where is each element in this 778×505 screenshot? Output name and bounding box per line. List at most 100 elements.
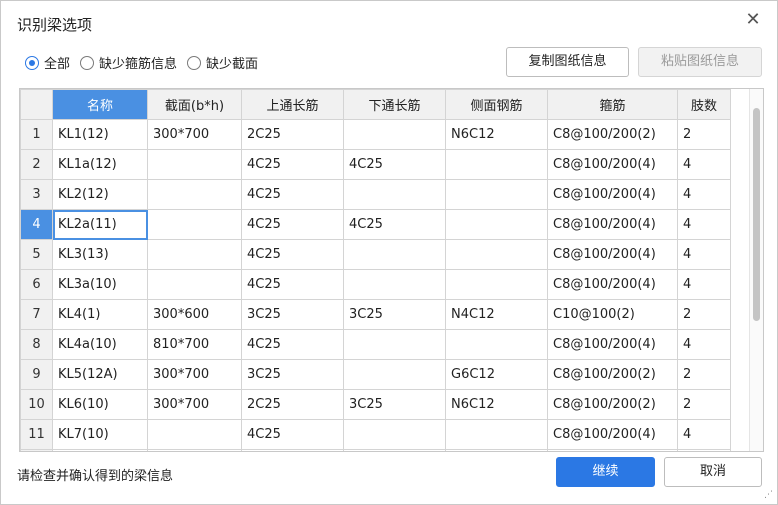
- cell-bottom-bar[interactable]: 3C25: [343, 389, 446, 420]
- cell-side-bar[interactable]: N6C12: [445, 389, 548, 420]
- cell-side-bar[interactable]: [445, 419, 548, 450]
- radio-all[interactable]: 全部: [25, 53, 70, 72]
- radio-missing-section[interactable]: 缺少截面: [187, 53, 258, 72]
- cell-top-bar[interactable]: 2C25: [241, 389, 344, 420]
- table-row[interactable]: 7 KL4(1) 300*600 3C25 3C25 N4C12 C10@100(2) 2: [20, 299, 731, 330]
- column-header-bottom-bar[interactable]: 下通长筋: [343, 89, 446, 120]
- cell-side-bar[interactable]: [445, 239, 548, 270]
- cell-top-bar[interactable]: 4C25: [241, 179, 344, 210]
- cell-bottom-bar[interactable]: 3C25: [343, 299, 446, 330]
- cell-stirrup[interactable]: C8@100/200(4): [547, 329, 678, 360]
- cell-name[interactable]: KL3(13): [52, 239, 148, 270]
- radio-missing-section-indicator[interactable]: [187, 55, 202, 70]
- cell-name[interactable]: KL4a(10): [52, 329, 148, 360]
- column-header-legs[interactable]: 肢数: [677, 89, 731, 120]
- cell-stirrup[interactable]: C8@100/200(2): [547, 389, 678, 420]
- cell-bottom-bar[interactable]: [343, 179, 446, 210]
- cell-name[interactable]: KL6(10): [52, 389, 148, 420]
- cell-top-bar[interactable]: 4C25: [241, 239, 344, 270]
- cell-bottom-bar[interactable]: 4C25: [343, 209, 446, 240]
- column-header-side-bar[interactable]: 侧面钢筋: [445, 89, 548, 120]
- cell-stirrup[interactable]: C8@100/200(2): [547, 119, 678, 150]
- cell-bottom-bar[interactable]: [343, 419, 446, 450]
- cell-bottom-bar[interactable]: [343, 119, 446, 150]
- column-header-stirrup[interactable]: 箍筋: [547, 89, 678, 120]
- table-row[interactable]: 10 KL6(10) 300*700 2C25 3C25 N6C12 C8@100/200(…: [20, 389, 731, 420]
- close-icon[interactable]: ✕: [743, 10, 763, 30]
- cell-side-bar[interactable]: N4C12: [445, 299, 548, 330]
- column-header-top-bar[interactable]: 上通长筋: [241, 89, 344, 120]
- cell-section[interactable]: [147, 419, 242, 450]
- cell-stirrup[interactable]: C8@100/200(2): [547, 449, 678, 451]
- row-number[interactable]: 5: [20, 239, 53, 270]
- row-number[interactable]: 8: [20, 329, 53, 360]
- row-number[interactable]: 3: [20, 179, 53, 210]
- cell-name[interactable]: KL2a(11): [52, 209, 148, 240]
- row-number[interactable]: 1: [20, 119, 53, 150]
- cell-top-bar[interactable]: 3C25: [241, 449, 344, 451]
- cell-name[interactable]: KL1(12): [52, 119, 148, 150]
- cell-section[interactable]: 300*700: [147, 389, 242, 420]
- cell-legs[interactable]: 4: [677, 419, 731, 450]
- cell-stirrup[interactable]: C8@100/200(4): [547, 149, 678, 180]
- radio-missing-stirrup-indicator[interactable]: [80, 55, 95, 70]
- column-header-name[interactable]: 名称: [52, 89, 148, 120]
- row-number[interactable]: 4: [20, 209, 53, 240]
- cell-legs[interactable]: 4: [677, 149, 731, 180]
- radio-all-indicator[interactable]: [25, 55, 39, 70]
- column-header-section[interactable]: 截面(b*h): [147, 89, 242, 120]
- cell-section[interactable]: [147, 179, 242, 210]
- row-number[interactable]: 11: [20, 419, 53, 450]
- cell-section[interactable]: 810*700: [147, 329, 242, 360]
- cell-bottom-bar[interactable]: [343, 329, 446, 360]
- cell-bottom-bar[interactable]: 3C25: [343, 449, 446, 451]
- cell-legs[interactable]: 4: [677, 239, 731, 270]
- cell-section[interactable]: 300*700: [147, 449, 242, 451]
- row-number[interactable]: 6: [20, 269, 53, 300]
- row-number[interactable]: 10: [20, 389, 53, 420]
- table-row[interactable]: 1 KL1(12) 300*700 2C25 N6C12 C8@100/200(2) 2: [20, 119, 731, 150]
- cell-name[interactable]: KL1a(12): [52, 149, 148, 180]
- table-row[interactable]: 8 KL4a(10) 810*700 4C25 C8@100/200(4) 4: [20, 329, 731, 360]
- cell-stirrup[interactable]: C8@100/200(4): [547, 239, 678, 270]
- cell-side-bar[interactable]: [445, 329, 548, 360]
- cell-stirrup[interactable]: C8@100/200(2): [547, 359, 678, 390]
- cell-section[interactable]: 300*700: [147, 359, 242, 390]
- cell-name[interactable]: KL7(10): [52, 419, 148, 450]
- cell-stirrup[interactable]: C8@100/200(4): [547, 269, 678, 300]
- cell-section[interactable]: [147, 239, 242, 270]
- row-number[interactable]: 9: [20, 359, 53, 390]
- resize-grip-icon[interactable]: ⋰: [764, 490, 773, 500]
- row-number[interactable]: 12: [20, 449, 53, 451]
- cell-section[interactable]: 300*700: [147, 119, 242, 150]
- cell-side-bar[interactable]: [445, 149, 548, 180]
- table-row[interactable]: 11 KL7(10) 4C25 C8@100/200(4) 4: [20, 419, 731, 450]
- cell-legs[interactable]: 2: [677, 389, 731, 420]
- table-row[interactable]: 6 KL3a(10) 4C25 C8@100/200(4) 4: [20, 269, 731, 300]
- continue-button[interactable]: 继续: [556, 457, 655, 487]
- cell-legs[interactable]: 4: [677, 329, 731, 360]
- table-row[interactable]: 4 KL2a(11) 4C25 4C25 C8@100/200(4) 4: [20, 209, 731, 240]
- cell-legs[interactable]: 2: [677, 299, 731, 330]
- cell-name[interactable]: KL5(12A): [52, 359, 148, 390]
- cancel-button[interactable]: 取消: [664, 457, 762, 487]
- copy-drawing-info-button[interactable]: 复制图纸信息: [506, 47, 629, 77]
- cell-name[interactable]: KL8(10): [52, 449, 148, 451]
- cell-side-bar[interactable]: G6C12: [445, 449, 548, 451]
- cell-top-bar[interactable]: 4C25: [241, 209, 344, 240]
- vertical-scrollbar[interactable]: [749, 89, 763, 451]
- cell-top-bar[interactable]: 4C25: [241, 419, 344, 450]
- cell-section[interactable]: 300*600: [147, 299, 242, 330]
- cell-stirrup[interactable]: C8@100/200(4): [547, 179, 678, 210]
- cell-stirrup[interactable]: C10@100(2): [547, 299, 678, 330]
- cell-bottom-bar[interactable]: [343, 269, 446, 300]
- cell-legs[interactable]: 4: [677, 209, 731, 240]
- cell-name[interactable]: KL3a(10): [52, 269, 148, 300]
- cell-top-bar[interactable]: 4C25: [241, 149, 344, 180]
- cell-top-bar[interactable]: 3C25: [241, 299, 344, 330]
- cell-legs[interactable]: 4: [677, 269, 731, 300]
- cell-top-bar[interactable]: 4C25: [241, 269, 344, 300]
- cell-side-bar[interactable]: [445, 179, 548, 210]
- radio-missing-stirrup[interactable]: 缺少箍筋信息: [80, 53, 177, 72]
- cell-bottom-bar[interactable]: [343, 239, 446, 270]
